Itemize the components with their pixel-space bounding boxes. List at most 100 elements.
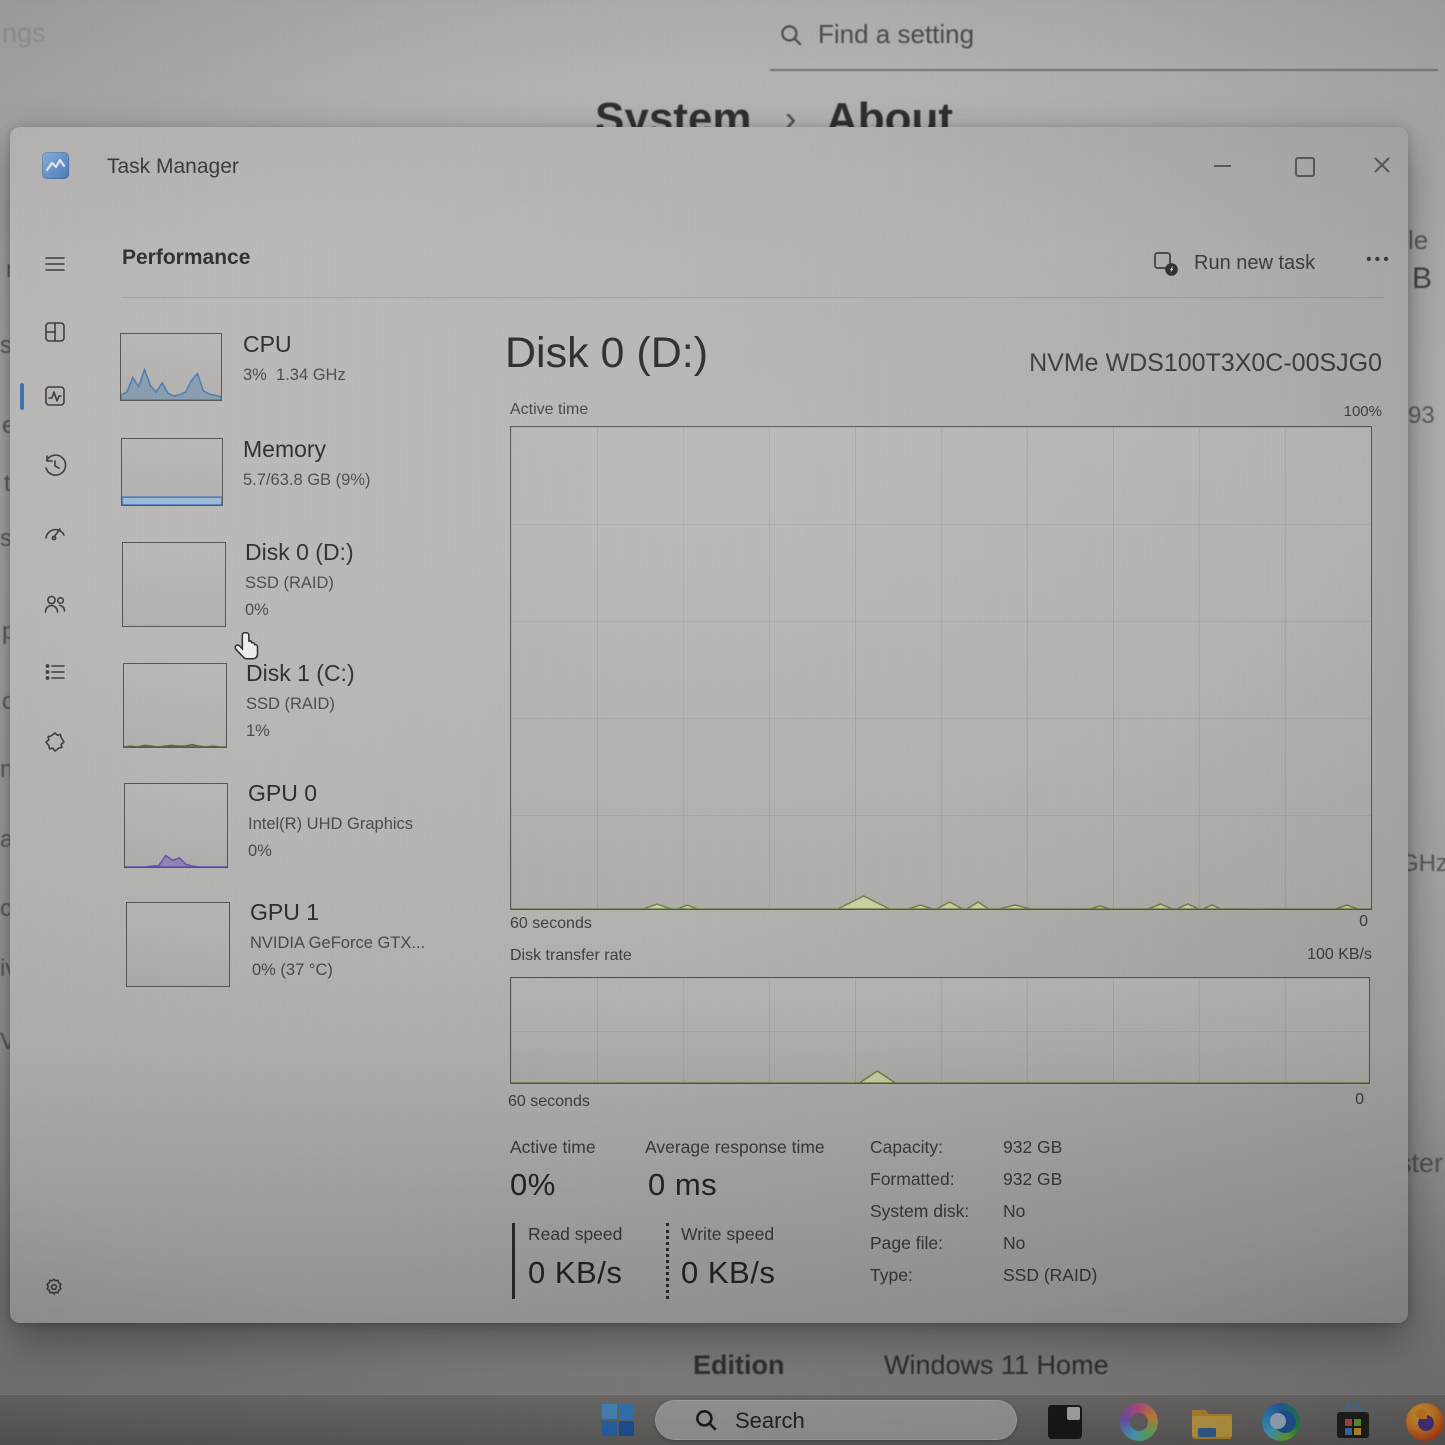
active-time-chart	[510, 426, 1372, 910]
gpu0-subtitle: Intel(R) UHD Graphics	[248, 815, 413, 834]
type-label: Type:	[870, 1265, 913, 1286]
taskbar: Search	[0, 1395, 1445, 1445]
taskbar-firefox-icon[interactable]	[1406, 1403, 1444, 1441]
gpu0-mini-chart	[124, 783, 228, 868]
read-speed-value: 0 KB/s	[528, 1255, 622, 1291]
active-time-x-right: 0	[1359, 913, 1368, 931]
page-file-value: No	[1003, 1233, 1025, 1254]
navigation-menu-button[interactable]	[42, 251, 68, 277]
disk1-value: 1%	[246, 722, 270, 741]
perf-card-disk1[interactable]: Disk 1 (C:) SSD (RAID) 1%	[123, 660, 493, 752]
disk0-subtitle: SSD (RAID)	[245, 574, 334, 593]
minimize-button[interactable]	[1214, 165, 1231, 167]
gpu1-mini-chart	[126, 902, 230, 987]
taskbar-file-explorer-icon[interactable]	[1190, 1404, 1234, 1440]
disk0-title: Disk 0 (D:)	[245, 539, 354, 566]
memory-title: Memory	[243, 436, 326, 463]
users-icon[interactable]	[42, 591, 68, 617]
settings-fragment: 93	[1408, 402, 1435, 430]
settings-fragment: le	[1408, 225, 1428, 256]
page-title: Performance	[122, 246, 250, 270]
write-speed-value: 0 KB/s	[681, 1255, 775, 1291]
active-time-axis-label: Active time	[510, 401, 588, 419]
taskbar-search-icon	[693, 1407, 719, 1438]
selected-tab-indicator	[20, 383, 24, 410]
edition-value: Windows 11 Home	[884, 1350, 1109, 1381]
services-icon[interactable]	[42, 729, 68, 755]
perf-card-gpu1[interactable]: GPU 1 NVIDIA GeForce GTX... 0% (37 °C)	[126, 899, 496, 991]
transfer-rate-axis-label: Disk transfer rate	[510, 947, 632, 965]
run-new-task-button[interactable]: Run new task	[1152, 248, 1382, 282]
startup-apps-icon[interactable]	[42, 521, 68, 547]
read-speed-label: Read speed	[528, 1224, 622, 1245]
settings-fragment: B	[1412, 262, 1432, 296]
taskbar-search-box[interactable]: Search	[655, 1400, 1017, 1440]
details-icon[interactable]	[42, 659, 68, 685]
active-time-x-left: 60 seconds	[510, 915, 592, 933]
cpu-mini-chart	[120, 333, 222, 401]
transfer-rate-x-right: 0	[1355, 1091, 1364, 1109]
perf-card-gpu0[interactable]: GPU 0 Intel(R) UHD Graphics 0%	[124, 780, 494, 872]
taskbar-copilot-icon[interactable]	[1120, 1403, 1158, 1441]
stat-active-time-label: Active time	[510, 1137, 596, 1158]
transfer-rate-ymax: 100 KB/s	[1307, 946, 1372, 964]
memory-subtitle: 5.7/63.8 GB (9%)	[243, 471, 370, 490]
capacity-label: Capacity:	[870, 1137, 943, 1158]
settings-title-fragment: ngs	[2, 18, 46, 49]
disk1-mini-chart	[123, 663, 227, 748]
window-title: Task Manager	[107, 155, 239, 179]
performance-icon[interactable]	[42, 383, 68, 409]
gpu1-subtitle: NVIDIA GeForce GTX...	[250, 934, 425, 953]
gpu1-value: 0% (37 °C)	[252, 961, 333, 980]
close-button[interactable]	[1372, 155, 1392, 175]
cpu-subtitle: 3% 1.34 GHz	[243, 366, 346, 385]
start-button[interactable]	[600, 1402, 636, 1438]
settings-search-icon	[778, 22, 804, 48]
perf-card-cpu[interactable]: CPU 3% 1.34 GHz	[120, 327, 490, 407]
settings-gear-icon[interactable]	[42, 1275, 66, 1299]
taskbar-edge-icon[interactable]	[1262, 1403, 1300, 1441]
processes-icon[interactable]	[42, 319, 68, 345]
transfer-rate-chart	[510, 977, 1370, 1084]
system-disk-value: No	[1003, 1201, 1025, 1222]
disk0-mini-chart	[122, 542, 226, 627]
perf-card-disk0[interactable]: Disk 0 (D:) SSD (RAID) 0%	[122, 539, 492, 631]
settings-search-underline	[770, 69, 1438, 71]
disk1-subtitle: SSD (RAID)	[246, 695, 335, 714]
run-new-task-label: Run new task	[1194, 252, 1315, 275]
taskbar-search-label: Search	[735, 1408, 805, 1434]
stat-avg-response-label: Average response time	[645, 1137, 825, 1158]
more-options-button[interactable]: •••	[1366, 251, 1392, 269]
disk-device-name: NVMe WDS100T3X0C-00SJG0	[1029, 349, 1382, 378]
system-disk-label: System disk:	[870, 1201, 969, 1222]
task-manager-app-icon	[42, 152, 69, 179]
active-time-ymax: 100%	[1344, 403, 1382, 420]
taskbar-store-icon[interactable]	[1334, 1404, 1372, 1440]
edition-label: Edition	[693, 1350, 784, 1381]
write-speed-label: Write speed	[681, 1224, 774, 1245]
memory-mini-chart	[121, 438, 223, 506]
formatted-value: 932 GB	[1003, 1169, 1062, 1190]
cpu-title: CPU	[243, 331, 292, 358]
task-manager-window: Task Manager Performance Run new task ••…	[10, 127, 1408, 1323]
maximize-button[interactable]	[1295, 157, 1315, 177]
run-new-task-icon	[1152, 250, 1179, 282]
transfer-rate-x-left: 60 seconds	[508, 1093, 590, 1111]
disk0-value: 0%	[245, 601, 269, 620]
page-file-label: Page file:	[870, 1233, 943, 1254]
perf-card-memory[interactable]: Memory 5.7/63.8 GB (9%)	[121, 432, 491, 512]
capacity-value: 932 GB	[1003, 1137, 1062, 1158]
taskbar-task-manager-icon[interactable]	[1048, 1405, 1082, 1439]
app-history-icon[interactable]	[42, 453, 68, 479]
find-a-setting-input[interactable]: Find a setting	[818, 19, 974, 50]
write-speed-legend-line	[666, 1223, 669, 1299]
main-chart-title: Disk 0 (D:)	[505, 329, 708, 378]
stat-active-time-value: 0%	[510, 1167, 556, 1203]
gpu1-title: GPU 1	[250, 899, 319, 926]
read-speed-legend-line	[512, 1223, 515, 1299]
type-value: SSD (RAID)	[1003, 1265, 1097, 1286]
mouse-cursor	[230, 630, 264, 675]
formatted-label: Formatted:	[870, 1169, 955, 1190]
gpu0-title: GPU 0	[248, 780, 317, 807]
gpu0-value: 0%	[248, 842, 272, 861]
